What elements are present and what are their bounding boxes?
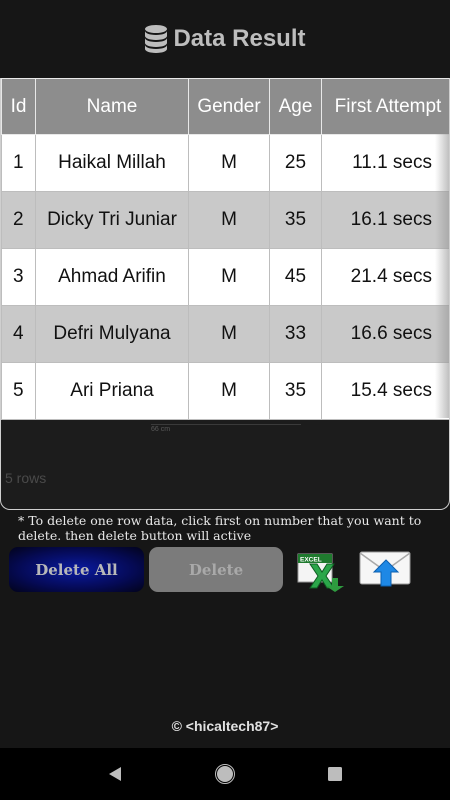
column-header-age: Age [269,78,322,135]
gender-cell: M [188,248,270,306]
page-title: Data Result [173,25,306,52]
email-send-icon[interactable] [358,546,414,594]
column-header-id: Id [1,78,36,135]
age-cell: 33 [269,305,322,363]
table-row[interactable]: 5 Ari Priana M 35 15.4 secs [1,362,449,420]
age-cell: 35 [269,191,322,249]
age-cell: 35 [269,362,322,420]
column-header-gender: Gender [188,78,270,135]
row-id-cell[interactable]: 5 [1,362,36,420]
first-attempt-cell: 15.4 secs [321,362,449,420]
age-cell: 45 [269,248,322,306]
table-row[interactable]: 3 Ahmad Arifin M 45 21.4 secs [1,248,449,306]
data-table: Id Name Gender Age First Attempt 1 Haika… [1,78,449,420]
gender-cell: M [188,362,270,420]
table-header-row: Id Name Gender Age First Attempt [1,78,449,135]
row-id-cell[interactable]: 4 [1,305,36,363]
delete-instruction-note: * To delete one row data, click first on… [18,513,422,543]
name-cell: Ahmad Arifin [35,248,189,306]
recent-apps-icon[interactable] [323,762,347,786]
database-icon [145,25,168,53]
copyright-footer: © <hicaltech87> [171,718,279,734]
excel-export-icon[interactable]: EXCEL [292,550,344,592]
home-icon[interactable] [213,762,237,786]
column-header-first-attempt: First Attempt [321,78,449,135]
data-table-panel[interactable]: Id Name Gender Age First Attempt 1 Haika… [0,78,450,510]
column-header-name: Name [35,78,189,135]
name-cell: Ari Priana [35,362,189,420]
row-count-label: 5 rows [5,470,47,486]
age-cell: 25 [269,134,322,192]
table-row[interactable]: 2 Dicky Tri Juniar M 35 16.1 secs [1,191,449,249]
name-cell: Haikal Millah [35,134,189,192]
gender-cell: M [188,305,270,363]
row-id-cell[interactable]: 3 [1,248,36,306]
gender-cell: M [188,191,270,249]
horizontal-scroll-indicator [435,134,449,418]
app-header: Data Result [0,0,450,78]
first-attempt-cell: 11.1 secs [321,134,449,192]
first-attempt-cell: 21.4 secs [321,248,449,306]
back-icon[interactable] [103,762,127,786]
system-nav-bar [0,748,450,800]
table-row[interactable]: 4 Defri Mulyana M 33 16.6 secs [1,305,449,363]
name-cell: Dicky Tri Juniar [35,191,189,249]
row-id-cell[interactable]: 1 [1,134,36,192]
gender-cell: M [188,134,270,192]
first-attempt-cell: 16.6 secs [321,305,449,363]
delete-all-button[interactable]: Delete All [9,547,144,592]
background-ghost-text: 66 cm [151,424,301,433]
table-row[interactable]: 1 Haikal Millah M 25 11.1 secs [1,134,449,192]
row-id-cell[interactable]: 2 [1,191,36,249]
delete-button[interactable]: Delete [149,547,283,592]
first-attempt-cell: 16.1 secs [321,191,449,249]
excel-icon-label: EXCEL [300,557,322,564]
name-cell: Defri Mulyana [35,305,189,363]
